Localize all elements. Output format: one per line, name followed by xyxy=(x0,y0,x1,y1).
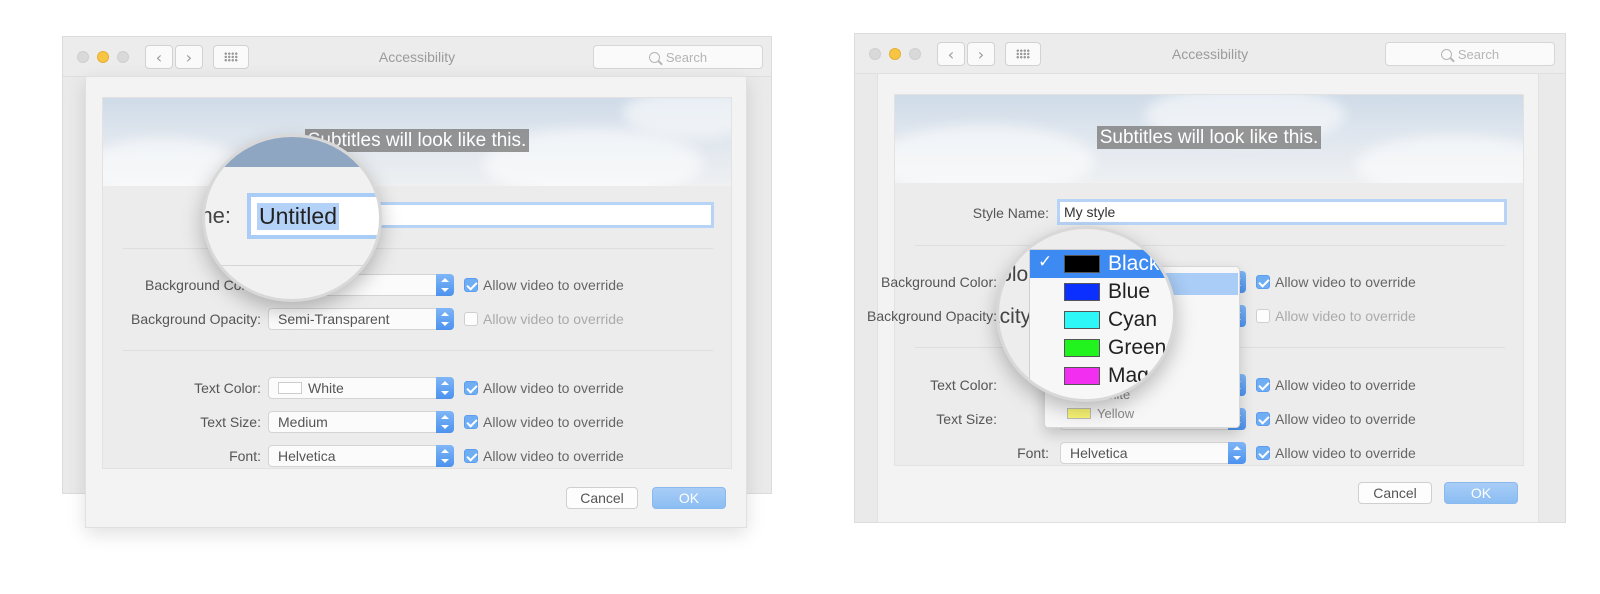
search-placeholder: Search xyxy=(665,49,708,65)
font-label: Font: xyxy=(1017,445,1049,461)
text-size-override-label: Allow video to override xyxy=(1275,411,1416,427)
right-titlebar: ‹ › Accessibility Search xyxy=(855,34,1565,74)
text-color-label: Text Color: xyxy=(194,380,261,396)
font-select[interactable]: Helvetica xyxy=(1060,442,1246,464)
text-size-label: Text Size: xyxy=(200,414,261,430)
menu-item-yellow[interactable]: Yellow xyxy=(1067,406,1134,421)
checkmark-icon: ✓ xyxy=(1038,252,1053,272)
background-color-override-label: Allow video to override xyxy=(1275,274,1416,290)
stepper-icon xyxy=(436,377,454,399)
text-size-override-checkbox[interactable] xyxy=(1256,412,1270,426)
font-label: Font: xyxy=(229,448,261,464)
background-color-override-checkbox[interactable] xyxy=(1256,275,1270,289)
left-magnifier: Style Name: Untitled xyxy=(202,134,382,302)
font-override-label: Allow video to override xyxy=(1275,445,1416,461)
font-override-checkbox[interactable] xyxy=(1256,446,1270,460)
subtitle-preview: Subtitles will look like this. xyxy=(895,95,1523,183)
stepper-icon xyxy=(436,274,454,296)
stepper-icon xyxy=(436,308,454,330)
green-swatch xyxy=(1064,339,1100,357)
background-opacity-override-checkbox[interactable] xyxy=(464,312,478,326)
magnified-style-name-input[interactable]: Untitled xyxy=(247,193,379,239)
black-swatch xyxy=(1064,255,1100,273)
magnified-item-green[interactable]: Green xyxy=(1030,334,1173,362)
magnified-item-magenta[interactable]: Mag xyxy=(1030,362,1173,390)
background-color-override-label: Allow video to override xyxy=(483,277,624,293)
left-settings-panel: Subtitles will look like this. Backgroun… xyxy=(102,97,732,469)
right-magnifier: Background Color: Background Opacity: ✓ … xyxy=(996,226,1176,402)
stepper-icon xyxy=(436,445,454,467)
search-field[interactable]: Search xyxy=(1385,42,1555,66)
magnified-item-blue[interactable]: Blue xyxy=(1030,278,1173,306)
magnified-labels-clip: Background Color: Background Opacity: xyxy=(999,229,1033,399)
magnified-style-name-value: Untitled xyxy=(257,203,339,230)
magnified-background-color-label: Background Color: xyxy=(999,263,1033,286)
text-color-override-checkbox[interactable] xyxy=(464,381,478,395)
ok-button[interactable]: OK xyxy=(1444,482,1518,504)
text-size-select[interactable]: Medium xyxy=(268,411,454,433)
text-color-override-label: Allow video to override xyxy=(483,380,624,396)
search-placeholder: Search xyxy=(1457,46,1500,62)
cancel-button[interactable]: Cancel xyxy=(566,487,638,509)
stepper-icon xyxy=(436,411,454,433)
preview-subtitle-text: Subtitles will look like this. xyxy=(1096,126,1322,149)
ok-button[interactable]: OK xyxy=(652,487,726,509)
background-opacity-label: Background Opacity: xyxy=(867,308,997,324)
text-size-override-checkbox[interactable] xyxy=(464,415,478,429)
stepper-icon xyxy=(1228,442,1246,464)
background-opacity-label: Background Opacity: xyxy=(131,311,261,327)
left-titlebar: ‹ › Accessibility Search xyxy=(63,37,771,77)
cyan-swatch xyxy=(1064,311,1100,329)
background-color-label: Background Color: xyxy=(881,274,997,290)
magnified-item-black[interactable]: ✓ Black xyxy=(1030,250,1173,278)
blue-swatch xyxy=(1064,283,1100,301)
font-override-label: Allow video to override xyxy=(483,448,624,464)
search-icon xyxy=(1440,48,1452,60)
search-field[interactable]: Search xyxy=(593,45,763,69)
text-color-override-label: Allow video to override xyxy=(1275,377,1416,393)
text-color-override-checkbox[interactable] xyxy=(1256,378,1270,392)
magnified-style-name-label: Style Name: xyxy=(205,203,231,228)
background-color-override-checkbox[interactable] xyxy=(464,278,478,292)
font-select[interactable]: Helvetica xyxy=(268,445,454,467)
magnified-background-opacity-label: Background Opacity: xyxy=(999,305,1033,328)
magenta-swatch xyxy=(1064,367,1100,385)
cancel-button[interactable]: Cancel xyxy=(1358,482,1432,504)
text-size-label: Text Size: xyxy=(936,411,997,427)
left-caption-style-sheet: Subtitles will look like this. Backgroun… xyxy=(85,76,747,528)
background-opacity-override-label: Allow video to override xyxy=(1275,308,1416,324)
text-color-select[interactable]: White xyxy=(268,377,454,399)
magnified-item-cyan[interactable]: Cyan xyxy=(1030,306,1173,334)
search-icon xyxy=(648,51,660,63)
font-override-checkbox[interactable] xyxy=(464,449,478,463)
background-opacity-override-checkbox[interactable] xyxy=(1256,309,1270,323)
text-size-override-label: Allow video to override xyxy=(483,414,624,430)
text-color-label: Text Color: xyxy=(930,377,997,393)
background-opacity-override-label: Allow video to override xyxy=(483,311,624,327)
yellow-swatch xyxy=(1067,408,1091,419)
style-name-label: Style Name: xyxy=(972,205,1049,221)
white-swatch xyxy=(278,382,302,394)
subtitle-preview: Subtitles will look like this. xyxy=(103,98,731,186)
background-opacity-select[interactable]: Semi-Transparent xyxy=(268,308,454,330)
style-name-input[interactable]: My style xyxy=(1057,199,1507,225)
magnified-color-menu: ✓ Black Blue Cyan Green Mag xyxy=(1029,249,1173,399)
